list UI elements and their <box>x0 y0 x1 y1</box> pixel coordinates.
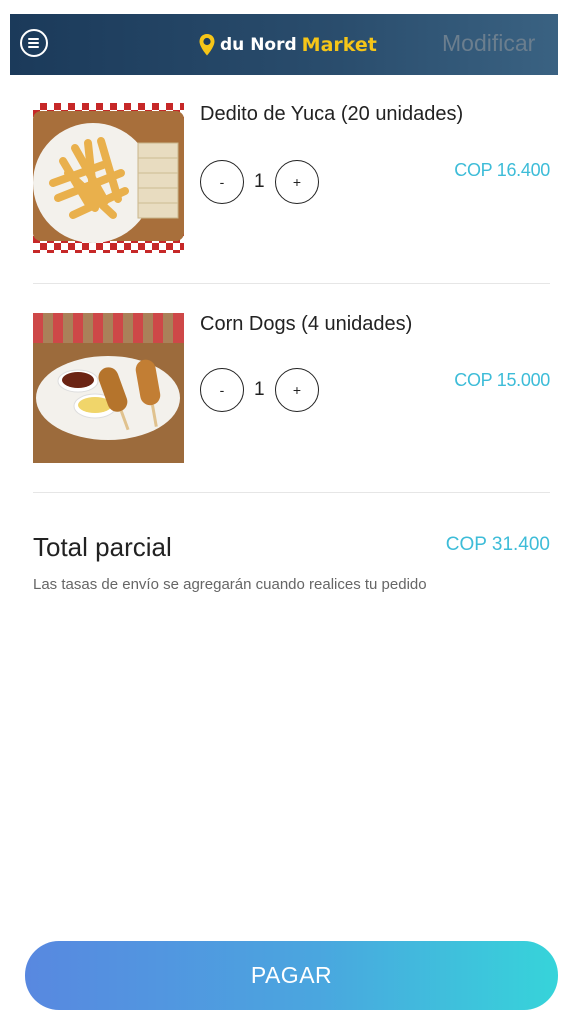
edit-button[interactable]: Modificar <box>442 30 535 57</box>
cart-item: Dedito de Yuca (20 unidades) - 1 + COP 1… <box>33 103 550 253</box>
decrease-quantity-button[interactable]: - <box>200 160 244 204</box>
increase-quantity-button[interactable]: + <box>275 368 319 412</box>
item-name: Dedito de Yuca (20 unidades) <box>200 103 464 125</box>
item-name: Corn Dogs (4 unidades) <box>200 313 413 335</box>
location-pin-icon <box>199 34 215 56</box>
shipping-note: Las tasas de envío se agregarán cuando r… <box>33 576 427 593</box>
decrease-quantity-button[interactable]: - <box>200 368 244 412</box>
product-image-corn-dogs <box>33 313 184 463</box>
pay-button[interactable]: PAGAR <box>25 941 558 1010</box>
divider <box>33 492 550 493</box>
quantity-value: 1 <box>254 379 265 400</box>
cart-item: Corn Dogs (4 unidades) - 1 + COP 15.000 <box>33 313 550 463</box>
app-header: du Nord Market Modificar <box>10 14 558 75</box>
divider <box>33 283 550 284</box>
quantity-value: 1 <box>254 171 265 192</box>
product-image-dedito-de-yuca <box>33 103 184 253</box>
brand-suffix: Market <box>301 34 377 56</box>
item-price: COP 16.400 <box>454 160 550 180</box>
menu-icon[interactable] <box>20 29 48 57</box>
subtotal-label: Total parcial <box>33 532 172 562</box>
brand-prefix: du Nord <box>220 35 297 55</box>
subtotal-price: COP 31.400 <box>445 534 550 555</box>
brand-logo: du Nord Market <box>198 32 377 58</box>
increase-quantity-button[interactable]: + <box>275 160 319 204</box>
item-price: COP 15.000 <box>454 370 550 390</box>
